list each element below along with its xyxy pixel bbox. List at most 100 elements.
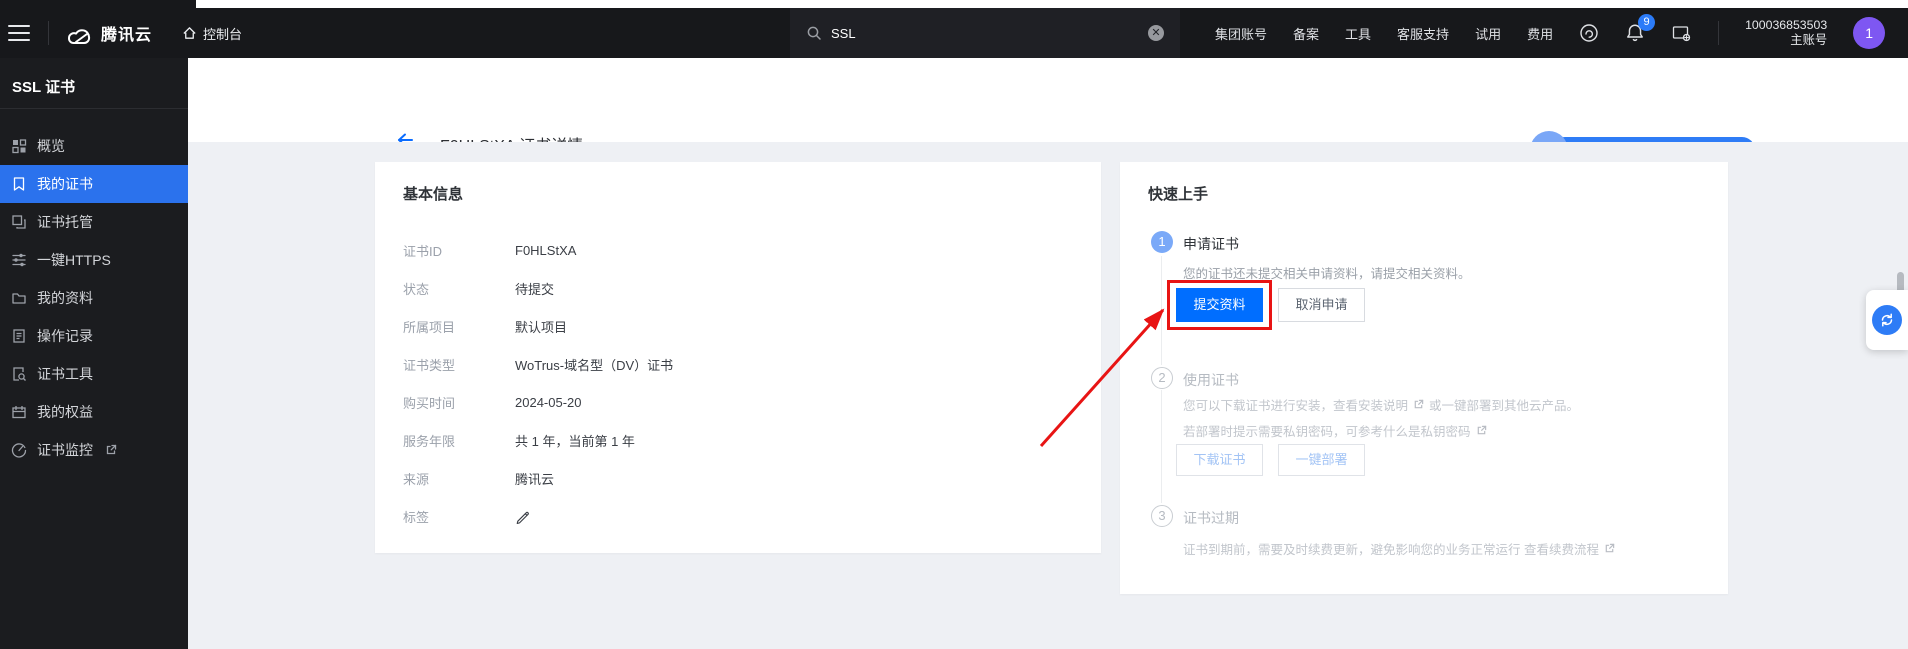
cloud-logo-icon — [63, 22, 95, 44]
https-slider-icon — [11, 252, 27, 268]
home-icon — [182, 26, 197, 41]
nav-item-trial[interactable]: 试用 — [1475, 24, 1501, 43]
field-value: 2024-05-20 — [515, 395, 582, 410]
menu-hamburger-icon[interactable] — [8, 25, 30, 41]
top-navbar: 腾讯云 控制台 ✕ 集团账号 备案 工具 客服支持 试用 费用 — [0, 0, 1908, 58]
field-value: F0HLStXA — [515, 243, 576, 258]
nav-item-billing[interactable]: 费用 — [1527, 24, 1553, 43]
basic-info-title: 基本信息 — [403, 183, 463, 204]
edit-tags-pencil-icon[interactable] — [515, 509, 530, 524]
screen: 腾讯云 控制台 ✕ 集团账号 备案 工具 客服支持 试用 费用 — [0, 0, 1908, 649]
step-1-circle: 1 — [1151, 231, 1173, 253]
browser-edge-strip — [196, 0, 1908, 8]
sidebar-item-cert-tools[interactable]: 证书工具 — [0, 355, 188, 393]
field-row-tags: 标签 — [403, 497, 1073, 535]
annotation-arrow — [1020, 300, 1190, 460]
page-header: F0HLStXA 证书详情 基本信息 关联云资源 部署记录 证书更新 证书下载 … — [188, 58, 1908, 142]
step-2-desc-text: 或一键部署到其他云产品。 — [1429, 395, 1579, 414]
helper-swirl-icon — [1872, 305, 1902, 335]
search-input[interactable] — [831, 26, 1139, 41]
external-link-icon — [105, 444, 117, 456]
navbar-divider — [48, 21, 49, 45]
field-row-cert-id: 证书ID F0HLStXA — [403, 231, 1073, 269]
step-3-title: 证书过期 — [1183, 508, 1239, 528]
navbar-divider — [1718, 21, 1719, 45]
step-2-desc-line1: 您可以下载证书进行安装，查看安装说明 或一键部署到其他云产品。 — [1183, 395, 1579, 414]
one-click-deploy-button[interactable]: 一键部署 — [1278, 444, 1365, 476]
sidebar-item-label: 我的权益 — [37, 402, 93, 422]
field-label: 证书类型 — [403, 355, 515, 374]
field-value: 腾讯云 — [515, 469, 554, 488]
nav-item-tools[interactable]: 工具 — [1345, 24, 1371, 43]
account-role: 主账号 — [1745, 33, 1827, 48]
sidebar-item-my-benefits[interactable]: 我的权益 — [0, 393, 188, 431]
nav-item-support[interactable]: 客服支持 — [1397, 24, 1449, 43]
sidebar-item-label: 一键HTTPS — [37, 250, 111, 270]
field-row-source: 来源 腾讯云 — [403, 459, 1073, 497]
sidebar-item-label: 我的资料 — [37, 288, 93, 308]
quick-start-title: 快速上手 — [1148, 183, 1208, 204]
step-2-buttons: 下载证书 一键部署 — [1176, 444, 1365, 476]
sidebar-divider — [0, 108, 188, 109]
field-label: 购买时间 — [403, 393, 515, 412]
field-value: WoTrus-域名型（DV）证书 — [515, 355, 673, 374]
account-info[interactable]: 100036853503 主账号 — [1745, 18, 1827, 48]
step-3-desc: 证书到期前，需要及时续费更新，避免影响您的业务正常运行 查看续费流程 — [1183, 539, 1615, 558]
external-link-icon — [1413, 399, 1424, 410]
tencent-cloud-logo[interactable]: 腾讯云 — [63, 21, 152, 45]
navbar-left: 腾讯云 控制台 — [0, 8, 242, 58]
console-nav-link[interactable]: 控制台 — [182, 24, 242, 43]
sidebar-item-cert-monitor[interactable]: 证书监控 — [0, 431, 188, 469]
step-3-desc-text: 证书到期前，需要及时续费更新，避免影响您的业务正常运行 查看续费流程 — [1183, 539, 1599, 558]
sidebar-menu: 概览 我的证书 证书托管 — [0, 127, 188, 469]
field-label: 状态 — [403, 279, 515, 298]
account-id: 100036853503 — [1745, 18, 1827, 33]
sidebar-item-label: 证书托管 — [37, 212, 93, 232]
basic-info-fields: 证书ID F0HLStXA 状态 待提交 所属项目 默认项目 证书类型 WoTr… — [403, 231, 1073, 535]
quick-start-card: 快速上手 1 申请证书 您的证书还未提交相关申请资料，请提交相关资料。 提交资料… — [1120, 162, 1728, 594]
field-row-status: 状态 待提交 — [403, 269, 1073, 307]
sidebar-item-my-profile[interactable]: 我的资料 — [0, 279, 188, 317]
nav-item-group-account[interactable]: 集团账号 — [1215, 24, 1267, 43]
benefits-icon — [11, 404, 27, 420]
sidebar-item-operation-log[interactable]: 操作记录 — [0, 317, 188, 355]
brand-name: 腾讯云 — [101, 21, 152, 45]
field-row-service-years: 服务年限 共 1 年，当前第 1 年 — [403, 421, 1073, 459]
nav-item-icp[interactable]: 备案 — [1293, 24, 1319, 43]
tools-icon — [11, 366, 27, 382]
field-value: 共 1 年，当前第 1 年 — [515, 431, 635, 450]
field-label: 服务年限 — [403, 431, 515, 450]
sidebar-item-overview[interactable]: 概览 — [0, 127, 188, 165]
sidebar-item-one-click-https[interactable]: 一键HTTPS — [0, 241, 188, 279]
cancel-application-button[interactable]: 取消申请 — [1278, 288, 1365, 322]
ticket-icon[interactable] — [1579, 23, 1599, 43]
console-label: 控制台 — [203, 24, 242, 43]
sidebar-item-label: 操作记录 — [37, 326, 93, 346]
sidebar-title: SSL 证书 — [12, 76, 75, 97]
records-icon — [11, 328, 27, 344]
avatar[interactable]: 1 — [1853, 17, 1885, 49]
hosting-icon — [11, 214, 27, 230]
external-link-icon — [1604, 543, 1615, 554]
navbar-right: 集团账号 备案 工具 客服支持 试用 费用 9 — [1215, 8, 1885, 58]
sidebar-item-label: 证书监控 — [37, 440, 93, 460]
field-label: 来源 — [403, 469, 515, 488]
notification-bell-icon[interactable]: 9 — [1625, 23, 1645, 43]
basic-info-card: 基本信息 证书ID F0HLStXA 状态 待提交 所属项目 默认项目 证书类型… — [375, 162, 1101, 553]
field-label: 所属项目 — [403, 317, 515, 336]
step-2-desc-line2: 若部署时提示需要私钥密码，可参考什么是私钥密码 — [1183, 421, 1487, 440]
folder-icon — [11, 290, 27, 306]
step-2-desc-text: 您可以下载证书进行安装，查看安装说明 — [1183, 395, 1408, 414]
field-row-project: 所属项目 默认项目 — [403, 307, 1073, 345]
sidebar: SSL 证书 概览 我的证书 证书托管 — [0, 58, 188, 649]
field-row-purchase-time: 购买时间 2024-05-20 — [403, 383, 1073, 421]
search-icon — [806, 25, 822, 41]
floating-helper-widget[interactable] — [1866, 290, 1908, 350]
monitor-gauge-icon — [11, 442, 27, 458]
sidebar-item-cert-hosting[interactable]: 证书托管 — [0, 203, 188, 241]
sidebar-item-label: 证书工具 — [37, 364, 93, 384]
field-value: 默认项目 — [515, 317, 567, 336]
search-clear-icon[interactable]: ✕ — [1148, 25, 1164, 41]
sidebar-item-my-certificates[interactable]: 我的证书 — [0, 165, 188, 203]
workbench-icon[interactable] — [1671, 23, 1692, 43]
